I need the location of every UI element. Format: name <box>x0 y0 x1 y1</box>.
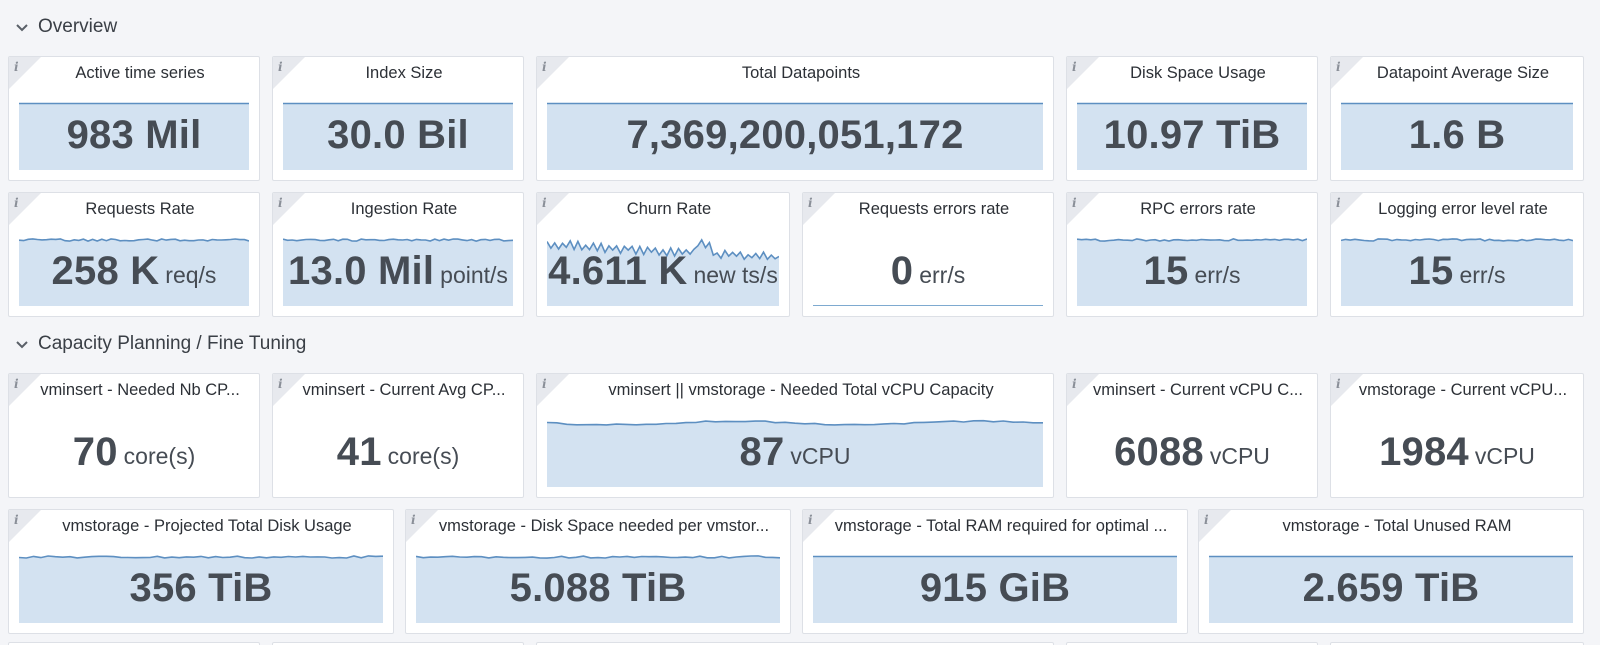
stat-value: 4.611 K <box>548 248 688 293</box>
panel-title: vminsert - Needed Nb CP... <box>40 381 240 399</box>
chevron-down-icon <box>14 19 30 35</box>
stat-value: 5.088 TiB <box>509 565 687 610</box>
stat-value: 41 <box>336 429 382 474</box>
stat-unit: err/s <box>919 261 966 288</box>
section-overview-header[interactable]: Overview <box>14 12 117 42</box>
panel-title: Requests errors rate <box>858 200 1010 218</box>
panel-title: vminsert || vmstorage - Needed Total vCP… <box>608 381 994 399</box>
panel-title: Requests Rate <box>85 200 195 218</box>
stat-value: 0 <box>890 248 914 293</box>
stat-value: 915 GiB <box>919 565 1071 610</box>
panel-title: Active time series <box>75 64 205 82</box>
section-capacity-header[interactable]: Capacity Planning / Fine Tuning <box>14 329 306 359</box>
panel-projected-total-disk-usage[interactable]: i vmstorage - Projected Total Disk Usage… <box>8 509 394 634</box>
stat-unit: req/s <box>165 261 217 288</box>
panel-active-time-series[interactable]: i Active time series 983 Mil <box>8 56 260 181</box>
panel-title: Ingestion Rate <box>350 200 458 218</box>
panel-title: Disk Space Usage <box>1130 64 1266 82</box>
panel-datapoint-average-size[interactable]: i Datapoint Average Size 1.6 B <box>1330 56 1584 181</box>
stat-value: 87 <box>739 429 785 474</box>
stat-value: 15 <box>1143 248 1189 293</box>
panel-churn-rate[interactable]: i Churn Rate 4.611 Knew ts/s <box>536 192 790 317</box>
panel-index-size[interactable]: i Index Size 30.0 Bil <box>272 56 524 181</box>
stat-unit: point/s <box>440 261 508 288</box>
chevron-down-icon <box>14 336 30 352</box>
stat-value: 356 TiB <box>129 565 273 610</box>
panel-vminsert-current-vcpu[interactable]: i vminsert - Current vCPU C... 6088 vCPU <box>1066 373 1318 498</box>
panel-title: vmstorage - Total RAM required for optim… <box>834 517 1168 535</box>
stat-unit: core(s) <box>387 442 460 469</box>
panel-title: Index Size <box>365 64 443 82</box>
stat-value: 7,369,200,051,172 <box>626 112 964 157</box>
panel-logging-error-level-rate[interactable]: i Logging error level rate 15 err/s <box>1330 192 1584 317</box>
stat-unit: vCPU <box>1209 442 1270 469</box>
panel-requests-rate[interactable]: i Requests Rate 258 Kreq/s <box>8 192 260 317</box>
panel-disk-space-per-node[interactable]: i vmstorage - Disk Space needed per vmst… <box>405 509 791 634</box>
panel-vminsert-needed-cpu[interactable]: i vminsert - Needed Nb CP... 70 core(s) <box>8 373 260 498</box>
panel-title: Logging error level rate <box>1378 200 1548 218</box>
panel-title: vmstorage - Disk Space needed per vmstor… <box>438 517 770 535</box>
stat-value: 70 <box>72 429 118 474</box>
stat-value: 2.659 TiB <box>1302 565 1480 610</box>
panel-total-ram-required[interactable]: i vmstorage - Total RAM required for opt… <box>802 509 1188 634</box>
stat-value: 258 K <box>51 248 160 293</box>
stat-unit: vCPU <box>790 442 851 469</box>
stat-value: 6088 <box>1114 429 1204 474</box>
stat-value: 13.0 Mil <box>288 248 435 293</box>
section-overview-title: Overview <box>38 16 118 37</box>
stat-value: 10.97 TiB <box>1103 112 1281 157</box>
stat-value: 1.6 B <box>1408 112 1506 157</box>
panel-needed-total-vcpu[interactable]: i vminsert || vmstorage - Needed Total v… <box>536 373 1054 498</box>
stat-value: 983 Mil <box>66 112 202 157</box>
panel-title: RPC errors rate <box>1140 200 1256 218</box>
panel-vmstorage-current-vcpu[interactable]: i vmstorage - Current vCPU... 1984 vCPU <box>1330 373 1584 498</box>
stat-value: 1984 <box>1379 429 1469 474</box>
stat-value: 30.0 Bil <box>327 112 469 157</box>
panel-rpc-errors-rate[interactable]: i RPC errors rate 15 err/s <box>1066 192 1318 317</box>
panel-requests-errors-rate[interactable]: i Requests errors rate 0 err/s <box>802 192 1054 317</box>
panel-title: vminsert - Current Avg CP... <box>302 381 506 399</box>
panel-title: vmstorage - Current vCPU... <box>1358 381 1568 399</box>
stat-unit: err/s <box>1194 261 1241 288</box>
stat-unit: new ts/s <box>693 261 778 288</box>
stat-unit: core(s) <box>123 442 196 469</box>
panel-vminsert-current-avg-cpu[interactable]: i vminsert - Current Avg CP... 41 core(s) <box>272 373 524 498</box>
section-capacity-title: Capacity Planning / Fine Tuning <box>38 333 307 354</box>
panel-total-datapoints[interactable]: i Total Datapoints 7,369,200,051,172 <box>536 56 1054 181</box>
panel-title: vmstorage - Projected Total Disk Usage <box>62 517 352 535</box>
panel-title: Churn Rate <box>626 200 712 218</box>
panel-disk-space-usage[interactable]: i Disk Space Usage 10.97 TiB <box>1066 56 1318 181</box>
panel-title: Datapoint Average Size <box>1376 64 1550 82</box>
panel-ingestion-rate[interactable]: i Ingestion Rate 13.0 Mil point/s <box>272 192 524 317</box>
stat-unit: vCPU <box>1474 442 1535 469</box>
panel-title: vmstorage - Total Unused RAM <box>1282 517 1512 535</box>
sparkline-baseline <box>813 305 1043 306</box>
panel-title: Total Datapoints <box>741 64 861 82</box>
panel-title: vminsert - Current vCPU C... <box>1093 381 1303 399</box>
stat-unit: err/s <box>1459 261 1506 288</box>
stat-value: 15 <box>1408 248 1454 293</box>
panel-total-unused-ram[interactable]: i vmstorage - Total Unused RAM 2.659 TiB <box>1198 509 1584 634</box>
